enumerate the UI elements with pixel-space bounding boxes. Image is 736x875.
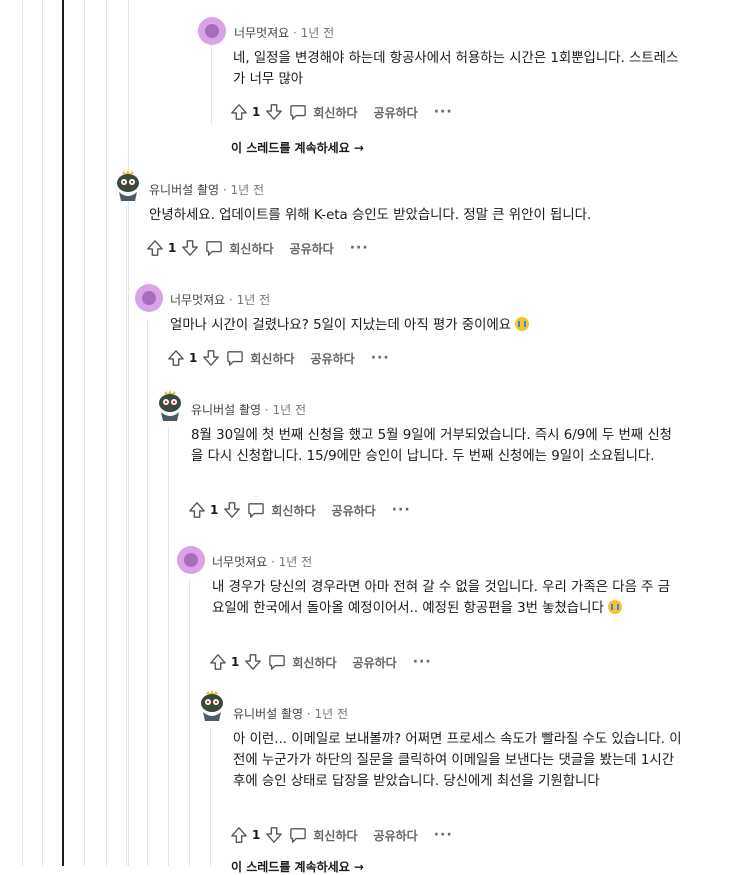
- author-name[interactable]: 너무멋져요: [170, 293, 225, 307]
- upvote-icon[interactable]: [230, 103, 248, 121]
- timestamp[interactable]: · 1년 전: [307, 707, 348, 721]
- comment-body: 내 경우가 당신의 경우라면 아마 전혀 갈 수 없을 것입니다. 우리 가족은…: [212, 577, 682, 619]
- author-name[interactable]: 너무멋져요: [234, 26, 289, 40]
- more-options-icon[interactable]: ···: [434, 104, 453, 120]
- reply-icon[interactable]: [205, 240, 223, 256]
- crying-emoji-icon: [515, 317, 530, 331]
- downvote-icon[interactable]: [202, 349, 220, 367]
- timestamp[interactable]: · 1년 전: [229, 293, 270, 307]
- reply-icon[interactable]: [268, 654, 286, 670]
- share-button[interactable]: 공유하다: [353, 654, 397, 671]
- comment-actions: 1 회신하다 공유하다 ···: [230, 824, 453, 846]
- user-avatar[interactable]: [156, 390, 184, 421]
- downvote-icon[interactable]: [265, 826, 283, 844]
- comment-body: 8월 30일에 첫 번째 신청을 했고 5월 9일에 거부되었습니다. 즉시 6…: [191, 428, 672, 464]
- user-avatar[interactable]: [135, 284, 163, 312]
- reply-button[interactable]: 회신하다: [271, 502, 315, 519]
- reply-button[interactable]: 회신하다: [292, 654, 336, 671]
- vote-count: 1: [231, 655, 240, 669]
- character-icon: [117, 170, 139, 201]
- user-avatar[interactable]: [114, 170, 142, 201]
- upvote-icon[interactable]: [146, 239, 164, 257]
- vote-count: 1: [168, 241, 177, 255]
- timestamp[interactable]: · 1년 전: [293, 26, 334, 40]
- continue-thread-link[interactable]: 이 스레드를 계속하세요 →: [231, 858, 364, 875]
- comment-body: 아 이런... 이메일로 보내볼까? 어쩌면 프로세스 속도가 빨라질 수도 있…: [233, 732, 682, 789]
- comment-actions: 1 회신하다 공유하다 ···: [230, 101, 453, 123]
- vote-count: 1: [252, 828, 261, 842]
- reply-icon[interactable]: [289, 104, 307, 120]
- reply-button[interactable]: 회신하다: [313, 827, 357, 844]
- comment-meta: 너무멋져요 · 1년 전: [212, 553, 312, 570]
- comment-body: 얼마나 시간이 걸렸나요? 5일이 지났는데 아직 평가 중이에요: [170, 315, 670, 336]
- comment-actions: 1 회신하다 공유하다 ···: [167, 347, 390, 369]
- character-icon: [201, 690, 223, 721]
- reply-button[interactable]: 회신하다: [229, 240, 273, 257]
- share-button[interactable]: 공유하다: [332, 502, 376, 519]
- comment-actions: 1 회신하다 공유하다 ···: [188, 499, 411, 521]
- timestamp[interactable]: · 1년 전: [265, 403, 306, 417]
- vote-count: 1: [210, 503, 219, 517]
- comment-actions: 1 회신하다 공유하다 ···: [146, 237, 369, 259]
- more-options-icon[interactable]: ···: [371, 350, 390, 366]
- comment-meta: 유니버설 촬영 · 1년 전: [149, 181, 264, 198]
- reply-icon[interactable]: [247, 502, 265, 518]
- share-button[interactable]: 공유하다: [290, 240, 334, 257]
- comment-body: 안녕하세요. 업데이트를 위해 K-eta 승인도 받았습니다. 정말 큰 위안…: [149, 208, 592, 223]
- downvote-icon[interactable]: [181, 239, 199, 257]
- comment-meta: 너무멋져요 · 1년 전: [234, 24, 334, 41]
- comment-actions: 1 회신하다 공유하다 ···: [209, 651, 432, 673]
- reply-button[interactable]: 회신하다: [250, 350, 294, 367]
- comment-body: 네, 일정을 변경해야 하는데 항공사에서 허용하는 시간은 1회뿐입니다. 스…: [233, 51, 679, 87]
- thread-line-active[interactable]: [62, 0, 64, 866]
- reply-icon[interactable]: [289, 827, 307, 843]
- author-name[interactable]: 너무멋져요: [212, 555, 267, 569]
- downvote-icon[interactable]: [265, 103, 283, 121]
- timestamp[interactable]: · 1년 전: [223, 183, 264, 197]
- vote-count: 1: [189, 351, 198, 365]
- continue-thread-link[interactable]: 이 스레드를 계속하세요 →: [231, 139, 364, 156]
- user-avatar[interactable]: [198, 17, 226, 45]
- more-options-icon[interactable]: ···: [434, 827, 453, 843]
- share-button[interactable]: 공유하다: [374, 827, 418, 844]
- user-avatar[interactable]: [198, 690, 226, 721]
- more-options-icon[interactable]: ···: [350, 240, 369, 256]
- upvote-icon[interactable]: [209, 653, 227, 671]
- reply-icon[interactable]: [226, 350, 244, 366]
- downvote-icon[interactable]: [223, 501, 241, 519]
- user-avatar[interactable]: [177, 546, 205, 574]
- comment-meta: 유니버설 촬영 · 1년 전: [233, 705, 348, 722]
- comment-meta: 유니버설 촬영 · 1년 전: [191, 401, 306, 418]
- upvote-icon[interactable]: [167, 349, 185, 367]
- crying-emoji-icon: [608, 600, 623, 614]
- author-name[interactable]: 유니버설 촬영: [149, 183, 219, 197]
- more-options-icon[interactable]: ···: [413, 654, 432, 670]
- vote-count: 1: [252, 105, 261, 119]
- share-button[interactable]: 공유하다: [311, 350, 355, 367]
- upvote-icon[interactable]: [230, 826, 248, 844]
- reply-button[interactable]: 회신하다: [313, 104, 357, 121]
- timestamp[interactable]: · 1년 전: [271, 555, 312, 569]
- share-button[interactable]: 공유하다: [374, 104, 418, 121]
- more-options-icon[interactable]: ···: [392, 502, 411, 518]
- upvote-icon[interactable]: [188, 501, 206, 519]
- author-name[interactable]: 유니버설 촬영: [233, 707, 303, 721]
- comment-meta: 너무멋져요 · 1년 전: [170, 291, 270, 308]
- comment-text: 내 경우가 당신의 경우라면 아마 전혀 갈 수 없을 것입니다. 우리 가족은…: [212, 580, 671, 616]
- comment-text: 얼마나 시간이 걸렸나요? 5일이 지났는데 아직 평가 중이에요: [170, 318, 512, 333]
- author-name[interactable]: 유니버설 촬영: [191, 403, 261, 417]
- downvote-icon[interactable]: [244, 653, 262, 671]
- character-icon: [159, 390, 181, 421]
